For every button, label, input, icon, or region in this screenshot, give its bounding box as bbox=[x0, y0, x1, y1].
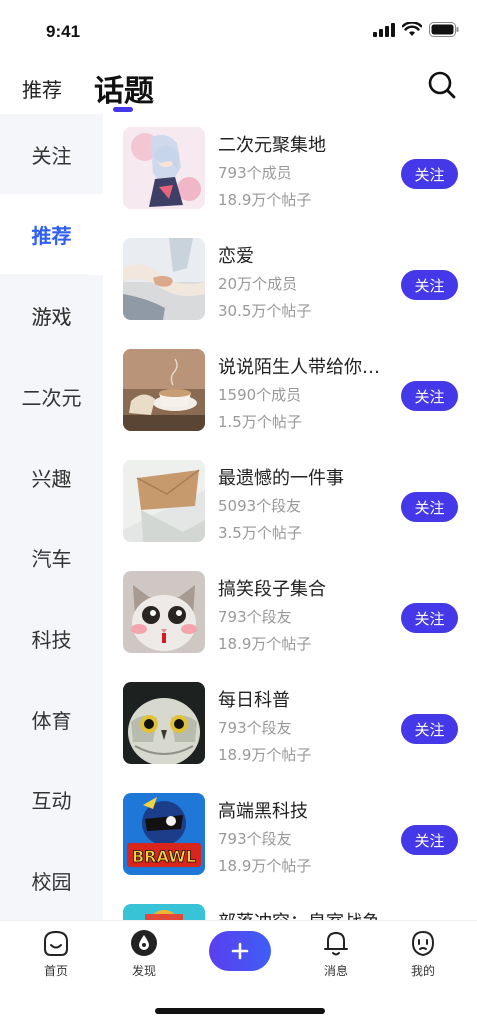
sidebar-item-interactive[interactable]: 互动 bbox=[0, 759, 103, 840]
follow-button[interactable]: 关注 bbox=[401, 825, 458, 855]
topic-members: 793个段友 bbox=[218, 719, 292, 737]
sidebar-item-label: 汽车 bbox=[31, 547, 72, 571]
topic-posts: 30.5万个帖子 bbox=[218, 302, 312, 320]
topic-thumbnail-couple bbox=[123, 238, 205, 320]
topic-thumbnail-owl bbox=[123, 682, 205, 764]
tab-label: 首页 bbox=[43, 964, 68, 978]
bottom-tab-bar: 首页 发现 消息 我的 bbox=[0, 920, 477, 1025]
sidebar-item-games-overlay[interactable]: 游戏 bbox=[0, 275, 103, 356]
topic-title: 部落冲突：皇室战争 bbox=[218, 908, 380, 920]
topic-title: 恋爱 bbox=[218, 246, 254, 267]
battery-icon bbox=[429, 22, 459, 37]
topic-title: 每日科普 bbox=[218, 690, 290, 711]
topic-posts: 1.5万个帖子 bbox=[218, 413, 302, 431]
topic-title: 说说陌生人带给你… bbox=[218, 357, 380, 378]
signal-icon bbox=[373, 22, 395, 37]
plus-icon bbox=[231, 942, 249, 960]
sidebar-item-label: 体育 bbox=[31, 709, 72, 733]
follow-button[interactable]: 关注 bbox=[401, 492, 458, 522]
header: 推荐 话题 bbox=[0, 60, 477, 114]
topic-members: 793个段友 bbox=[218, 830, 292, 848]
topic-row[interactable]: 搞笑段子集合 793个段友 18.9万个帖子 关注 bbox=[103, 558, 477, 669]
status-time: 9:41 bbox=[46, 22, 81, 41]
topic-thumbnail-clash bbox=[123, 904, 205, 920]
topic-thumbnail-anime bbox=[123, 127, 205, 209]
home-smile-icon bbox=[44, 930, 68, 956]
sidebar-item-acg[interactable]: 二次元 bbox=[0, 356, 103, 437]
tab-mine[interactable]: 我的 bbox=[393, 929, 453, 979]
sidebar-item-follow-overlay[interactable]: 关注 bbox=[0, 114, 103, 194]
search-icon[interactable] bbox=[427, 70, 457, 100]
create-post-button[interactable] bbox=[209, 931, 271, 971]
topic-title: 高端黑科技 bbox=[218, 801, 308, 822]
topic-members: 5093个段友 bbox=[218, 497, 302, 515]
topic-title: 搞笑段子集合 bbox=[218, 579, 326, 600]
follow-button[interactable]: 关注 bbox=[401, 159, 458, 189]
topic-thumbnail-cat bbox=[123, 571, 205, 653]
topic-members: 20万个成员 bbox=[218, 275, 298, 293]
topic-row[interactable]: 恋爱 20万个成员 30.5万个帖子 关注 bbox=[103, 225, 477, 336]
sidebar-item-interests[interactable]: 兴趣 bbox=[0, 437, 103, 518]
home-indicator bbox=[155, 1008, 325, 1014]
follow-button[interactable]: 关注 bbox=[401, 714, 458, 744]
topic-posts: 18.9万个帖子 bbox=[218, 635, 312, 653]
topic-row[interactable]: 说说陌生人带给你… 1590个成员 1.5万个帖子 关注 bbox=[103, 336, 477, 447]
topic-thumbnail-teacup bbox=[123, 349, 205, 431]
follow-button[interactable]: 关注 bbox=[401, 381, 458, 411]
topic-posts: 18.9万个帖子 bbox=[218, 191, 312, 209]
topic-row[interactable]: BRAWL 高端黑科技 793个段友 18.9万个帖子 关注 bbox=[103, 780, 477, 891]
sidebar-item-label: 科技 bbox=[31, 628, 72, 652]
topic-list: 二次元聚集地 793个成员 18.9万个帖子 关注 恋爱 20万个成员 30.5… bbox=[103, 114, 477, 920]
follow-button[interactable]: 关注 bbox=[401, 603, 458, 633]
topic-row[interactable]: 每日科普 793个段友 18.9万个帖子 关注 bbox=[103, 669, 477, 780]
sidebar-item-campus[interactable]: 校园 bbox=[0, 840, 103, 920]
profile-face-icon bbox=[411, 930, 435, 957]
tab-label: 消息 bbox=[323, 964, 348, 978]
sidebar-item-label: 兴趣 bbox=[31, 467, 72, 491]
topic-title: 二次元聚集地 bbox=[218, 135, 326, 156]
topic-members: 1590个成员 bbox=[218, 386, 302, 404]
tab-home[interactable]: 首页 bbox=[26, 929, 86, 979]
status-bar: 9:41 bbox=[0, 0, 477, 60]
sidebar-item-recommend[interactable]: 推荐 bbox=[0, 194, 103, 275]
category-sidebar: 关注 推荐 游戏 二次元 兴趣 汽车 科技 体育 互动 校园 bbox=[0, 114, 103, 920]
topic-thumbnail-envelope bbox=[123, 460, 205, 542]
topic-posts: 3.5万个帖子 bbox=[218, 524, 302, 542]
sidebar-item-label: 校园 bbox=[31, 870, 72, 894]
topic-members: 793个段友 bbox=[218, 608, 292, 626]
wifi-icon bbox=[402, 22, 422, 36]
follow-button[interactable]: 关注 bbox=[401, 270, 458, 300]
tab-recommend[interactable]: 推荐 bbox=[22, 74, 62, 103]
topic-title: 最遗憾的一件事 bbox=[218, 468, 344, 489]
sidebar-item-label: 互动 bbox=[31, 789, 72, 813]
sidebar-item-cars[interactable]: 汽车 bbox=[0, 517, 103, 598]
discover-drop-icon bbox=[131, 930, 157, 956]
topic-posts: 18.9万个帖子 bbox=[218, 746, 312, 764]
topic-row[interactable]: 二次元聚集地 793个成员 18.9万个帖子 关注 bbox=[103, 114, 477, 225]
sidebar-item-label: 关注 bbox=[31, 143, 72, 168]
svg-text:BRAWL: BRAWL bbox=[132, 847, 196, 866]
sidebar-item-label: 游戏 bbox=[31, 305, 72, 329]
tab-label: 我的 bbox=[410, 964, 435, 978]
active-tab-indicator bbox=[113, 107, 133, 112]
status-icons bbox=[373, 22, 459, 37]
sidebar-item-label: 二次元 bbox=[21, 386, 82, 410]
bell-icon bbox=[324, 932, 348, 956]
tab-label: 发现 bbox=[131, 964, 156, 978]
tab-topics[interactable]: 话题 bbox=[94, 66, 154, 110]
topic-row[interactable]: 部落冲突：皇室战争 bbox=[103, 891, 477, 920]
topic-members: 793个成员 bbox=[218, 164, 292, 182]
topic-posts: 18.9万个帖子 bbox=[218, 857, 312, 875]
topic-row[interactable]: 最遗憾的一件事 5093个段友 3.5万个帖子 关注 bbox=[103, 447, 477, 558]
sidebar-item-tech[interactable]: 科技 bbox=[0, 598, 103, 679]
sidebar-item-sports[interactable]: 体育 bbox=[0, 679, 103, 760]
tab-messages[interactable]: 消息 bbox=[306, 929, 366, 979]
topic-thumbnail-brawl: BRAWL bbox=[123, 793, 205, 875]
tab-discover[interactable]: 发现 bbox=[114, 929, 174, 979]
sidebar-item-label: 推荐 bbox=[31, 224, 72, 248]
